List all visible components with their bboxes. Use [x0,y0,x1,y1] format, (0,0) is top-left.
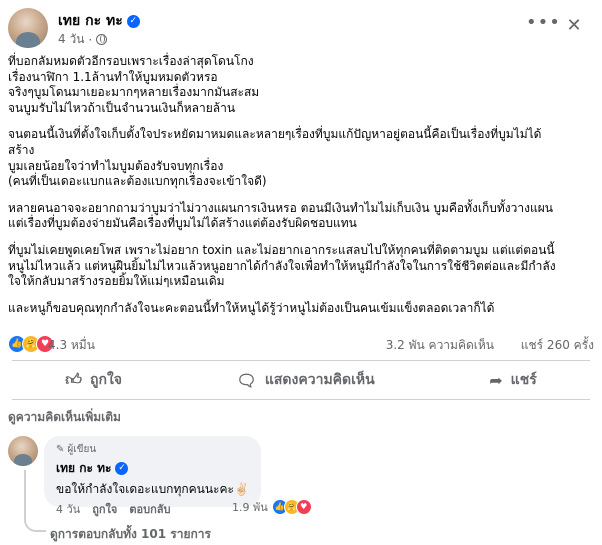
reaction-icons[interactable]: 👍 🤗 ♥ [8,335,54,353]
thumbs-up-icon: 👍︎ [65,370,82,389]
comment-like-button[interactable]: ถูกใจ [92,500,117,518]
post-line: หลายคนอาจจะอยากถามว่าบูมว่าไม่วางแผนการเ… [8,200,553,215]
love-reaction-icon: ♥ [295,499,312,515]
verified-badge-icon: ✓ [115,462,129,475]
post-paragraph: จนตอนนี้เงินที่ตั้งใจเก็บตั้งใจประหยัดมา… [8,127,594,189]
comment-button-label: แสดงความคิดเห็น [264,372,375,388]
comment-reactions[interactable]: 1.9 พัน 👍 🤗 ♥ [232,498,312,516]
globe-icon [96,34,108,45]
actions-divider [12,399,590,400]
reaction-count[interactable]: 4.3 หมื่น [48,336,95,355]
comment-bubble: ✎ ผู้เขียน เทย กะ ทะ ✓ ขอให้กำลังใจเดอะแ… [44,436,261,507]
dot-separator: · [88,32,93,47]
commenter-avatar[interactable] [8,436,38,466]
comment-bubble-icon: 🗨︎ [236,370,257,390]
post-stats: 👍 🤗 ♥ 4.3 หมื่น 3.2 พัน ความคิดเห็น แชร์… [8,335,594,355]
post-paragraph: หลายคนอาจจะอยากถามว่าบูมว่าไม่วางแผนการเ… [8,201,594,232]
post-paragraph: ที่บูมไม่เคยพูดเคยโพส เพราะไม่อยาก toxin… [8,243,594,290]
author-row: เทย กะ ทะ ✓ [58,10,140,32]
post-paragraph: ที่บอกลัมหมดตัวอีกรอบเพราะเรื่องล่าสุดโด… [8,54,594,116]
post-line: (คนที่เป็นเดอะแบกและต้องแบกทุกเรื่องจะเข… [8,174,267,189]
post-line: แต่เรื่องที่บูมต้องจ่ายมันคือเรื่องที่บู… [8,216,357,231]
comment-author-name[interactable]: เทย กะ ทะ [56,459,111,478]
post-line: จนตอนนี้เงินที่ตั้งใจเก็บตั้งใจประหยัดมา… [8,127,542,142]
facebook-post: เทย กะ ทะ ✓ 4 วัน · ••• ✕ ที่บอกลัมหมดตั… [0,0,602,545]
comment-reaction-icons: 👍 🤗 ♥ [271,499,312,515]
post-actions: 👍︎ ถูกใจ 🗨︎ แสดงความคิดเห็น ➦ แชร์ [8,364,594,396]
post-paragraph: และหนูก็ขอบคุณทุกกำลังใจนะคะตอนนี้ทำให้ห… [8,301,594,317]
comments-count[interactable]: 3.2 พัน ความคิดเห็น [386,336,494,355]
view-replies-link[interactable]: ดูการตอบกลับทั้ง 101 รายการ [50,525,211,544]
like-button[interactable]: 👍︎ ถูกใจ [55,365,132,395]
post-line: เรื่องนาฬิกา 1.1ล้านทำให้บูมหมดตัวหรอ [8,69,218,84]
post-line: จนบูมรับไม่ไหวถ้าเป็นจำนวนเงินก็หลายล้าน [8,100,236,115]
more-options-icon[interactable]: ••• [526,14,560,38]
comment-reaction-count: 1.9 พัน [232,501,268,514]
reply-thread-connector [24,470,46,532]
stats-divider [12,360,590,361]
post-line: ที่บูมไม่เคยพูดเคยโพส เพราะไม่อยาก toxin… [8,242,555,257]
share-arrow-icon: ➦ [489,370,503,390]
comment-text: ขอให้กำลังใจเดอะแบกทุกคนนะคะ✌🏻 [56,482,249,496]
comment-author-row: เทย กะ ทะ ✓ [56,459,249,478]
share-button[interactable]: ➦ แชร์ [479,365,546,395]
post-time[interactable]: 4 วัน [58,30,84,49]
author-badge-label: ผู้เขียน [67,444,97,455]
comment-meta: 4 วัน ถูกใจ ตอบกลับ [56,500,170,518]
post-meta: 4 วัน · [58,30,108,49]
post-line: จริงๆบูมโดนมาเยอะมากๆหลายเรื่องมากมันสะส… [8,85,260,100]
post-header: เทย กะ ทะ ✓ 4 วัน · ••• ✕ [8,8,590,50]
verified-badge-icon: ✓ [126,14,140,28]
post-line: ที่บอกลัมหมดตัวอีกรอบเพราะเรื่องล่าสุดโด… [8,54,254,68]
post-body: ที่บอกลัมหมดตัวอีกรอบเพราะเรื่องล่าสุดโด… [8,54,594,327]
comment-button[interactable]: 🗨︎ แสดงความคิดเห็น [227,365,385,395]
author-name[interactable]: เทย กะ ทะ [58,10,123,32]
share-button-label: แชร์ [510,372,537,388]
post-line: หนูไม่ไหวแล้ว แต่หนูฝืนยิ้มไม่ไหวแล้วหนู… [8,258,556,273]
author-badge: ✎ ผู้เขียน [56,442,249,457]
post-line: ใจให้กลับมาสร้างรอยยิ้มให้แม่ๆเหมือนเดิม [8,274,225,289]
pen-icon: ✎ [56,444,65,455]
view-more-comments-link[interactable]: ดูความคิดเห็นเพิ่มเติม [8,408,121,427]
post-line: และหนูก็ขอบคุณทุกกำลังใจนะคะตอนนี้ทำให้ห… [8,300,495,315]
author-avatar[interactable] [8,8,48,48]
close-icon[interactable]: ✕ [562,14,586,38]
post-line: สร้าง [8,142,35,157]
comment-reply-button[interactable]: ตอบกลับ [129,500,170,518]
comment-time[interactable]: 4 วัน [56,500,80,518]
post-line: บูมเลยน้อยใจว่าทำไมบูมต้องรับจบทุกเรื่อง [8,158,224,173]
shares-count[interactable]: แชร์ 260 ครั้ง [521,336,594,355]
like-button-label: ถูกใจ [90,372,122,388]
